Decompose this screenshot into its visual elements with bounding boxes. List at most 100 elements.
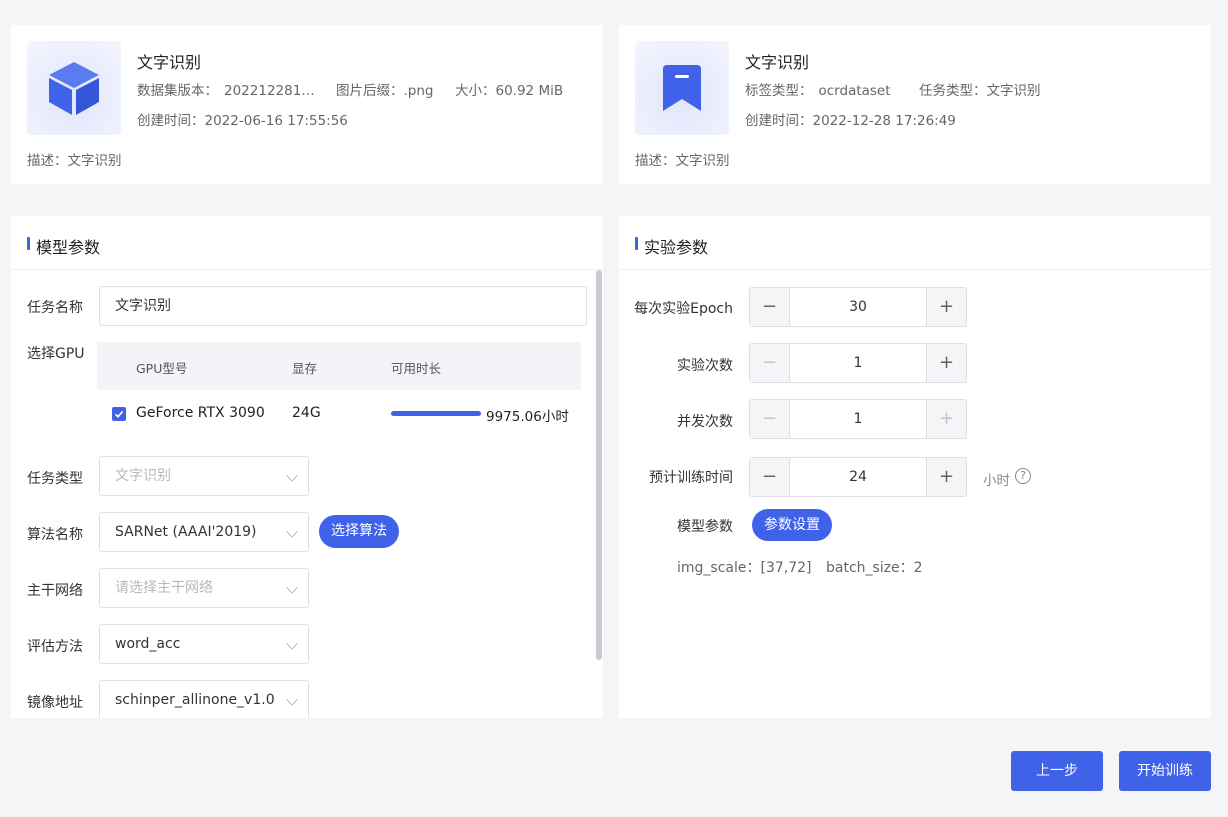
chevron-down-icon [286,470,298,482]
gpu-duration: 9975.06小时 [486,409,569,425]
est-time-decrement-button[interactable]: − [750,458,790,496]
batch-size-value: 2 [913,560,923,576]
algorithm-label: 算法名称 [27,527,83,543]
eval-method-label: 评估方法 [27,639,83,655]
gpu-model: GeForce RTX 3090 [136,405,265,421]
dataset-size: 大小：60.92 MiB [455,79,563,99]
dataset-version-label: 数据集版本： [137,83,218,99]
est-time-label: 预计训练时间 [649,470,733,486]
model-params-title: 模型参数 [27,234,100,258]
runs-increment-button[interactable]: + [926,344,966,382]
prev-step-button[interactable]: 上一步 [1011,751,1103,791]
label-thumbnail [635,41,729,135]
gpu-memory: 24G [292,405,321,421]
dataset-suffix-label: 图片后缀： [336,83,404,99]
concurrency-stepper[interactable]: − 1 + [749,399,967,439]
params-settings-button[interactable]: 参数设置 [752,509,832,541]
model-params-panel: 模型参数 任务名称 文字识别 选择GPU GPU型号 显存 可用时长 GeFor… [11,216,603,718]
gpu-duration-bar [391,411,481,416]
image-label: 镜像地址 [27,695,83,711]
gpu-checkbox[interactable] [112,407,126,421]
gpu-duration-bar-fill [391,411,481,416]
divider [619,269,1211,270]
dataset-created-value: 2022-06-16 17:55:56 [204,113,348,129]
divider [11,269,603,270]
help-icon[interactable]: ? [1015,468,1031,484]
dataset-created-label: 创建时间： [137,113,205,129]
label-task-type: 任务类型：文字识别 [919,79,1041,99]
label-type-label: 标签类型： [745,83,813,99]
est-time-increment-button[interactable]: + [926,458,966,496]
img-scale: img_scale：[37,72] [677,557,812,577]
label-desc: 描述：文字识别 [635,149,730,169]
task-type-select[interactable]: 文字识别 [99,456,309,496]
dataset-suffix-value: .png [403,83,434,99]
runs-label: 实验次数 [677,358,733,374]
runs-stepper[interactable]: − 1 + [749,343,967,383]
epoch-label: 每次实验Epoch [634,301,733,317]
gpu-col-memory: 显存 [292,361,318,376]
gpu-table-row[interactable]: GeForce RTX 3090 24G 9975.06小时 [97,390,581,438]
est-time-stepper[interactable]: − 24 + [749,457,967,497]
label-desc-label: 描述： [635,153,676,169]
dataset-desc-value: 文字识别 [67,153,122,169]
dataset-version: 数据集版本： 202212281… [137,79,315,99]
dataset-suffix: 图片后缀：.png [336,79,434,99]
concurrency-label: 并发次数 [677,414,733,430]
eval-method-select[interactable]: word_acc [99,624,309,664]
epoch-increment-button[interactable]: + [926,288,966,326]
experiment-params-panel: 实验参数 每次实验Epoch − 30 + 实验次数 − 1 + 并发次数 − … [619,216,1211,718]
label-desc-value: 文字识别 [675,153,730,169]
img-scale-label: img_scale： [677,560,761,576]
task-type-label: 任务类型 [27,471,83,487]
runs-decrement-button[interactable]: − [750,344,790,382]
backbone-placeholder: 请选择主干网络 [115,580,213,596]
dataset-desc-label: 描述： [27,153,68,169]
epoch-decrement-button[interactable]: − [750,288,790,326]
dataset-title: 文字识别 [137,53,202,72]
img-scale-value: [37,72] [760,560,812,576]
gpu-col-duration: 可用时长 [391,361,442,376]
cube-icon [49,62,99,115]
batch-size: batch_size：2 [826,557,923,577]
epoch-stepper[interactable]: − 30 + [749,287,967,327]
select-algorithm-button[interactable]: 选择算法 [319,515,399,548]
dataset-desc: 描述：文字识别 [27,149,122,169]
label-created-value: 2022-12-28 17:26:49 [812,113,956,129]
gpu-label: 选择GPU [27,346,85,362]
chevron-down-icon [286,694,298,706]
concurrency-value[interactable]: 1 [790,400,926,438]
chevron-down-icon [286,638,298,650]
scrollbar[interactable] [596,270,602,660]
dataset-version-value: 202212281… [224,83,315,99]
est-time-value[interactable]: 24 [790,458,926,496]
task-name-input[interactable]: 文字识别 [99,286,587,326]
task-type-value: 文字识别 [115,468,171,484]
chevron-down-icon [286,526,298,538]
bookmark-icon [663,65,701,111]
label-task-type-value: 文字识别 [986,83,1041,99]
concurrency-decrement-button[interactable]: − [750,400,790,438]
backbone-select[interactable]: 请选择主干网络 [99,568,309,608]
concurrency-increment-button[interactable]: + [926,400,966,438]
label-type: 标签类型： ocrdataset [745,79,891,99]
task-name-label: 任务名称 [27,300,83,316]
batch-size-label: batch_size： [826,560,914,576]
dataset-size-value: 60.92 MiB [495,83,564,99]
label-created: 创建时间：2022-12-28 17:26:49 [745,109,956,129]
dataset-created: 创建时间：2022-06-16 17:55:56 [137,109,348,129]
label-title: 文字识别 [745,53,810,72]
est-time-unit: 小时 [983,473,1010,489]
gpu-table-header: GPU型号 显存 可用时长 [97,342,581,390]
algorithm-select[interactable]: SARNet (AAAI'2019) [99,512,309,552]
label-created-label: 创建时间： [745,113,813,129]
model-params-label: 模型参数 [677,519,733,535]
label-card: 文字识别 标签类型： ocrdataset 任务类型：文字识别 创建时间：2022… [619,25,1211,184]
dataset-card: 文字识别 数据集版本： 202212281… 图片后缀：.png 大小：60.92… [11,25,603,184]
label-task-type-label: 任务类型： [919,83,987,99]
runs-value[interactable]: 1 [790,344,926,382]
epoch-value[interactable]: 30 [790,288,926,326]
image-select[interactable]: schinper_allinone_v1.0 [99,680,309,718]
image-value: schinper_allinone_v1.0 [115,692,275,708]
start-training-button[interactable]: 开始训练 [1119,751,1211,791]
